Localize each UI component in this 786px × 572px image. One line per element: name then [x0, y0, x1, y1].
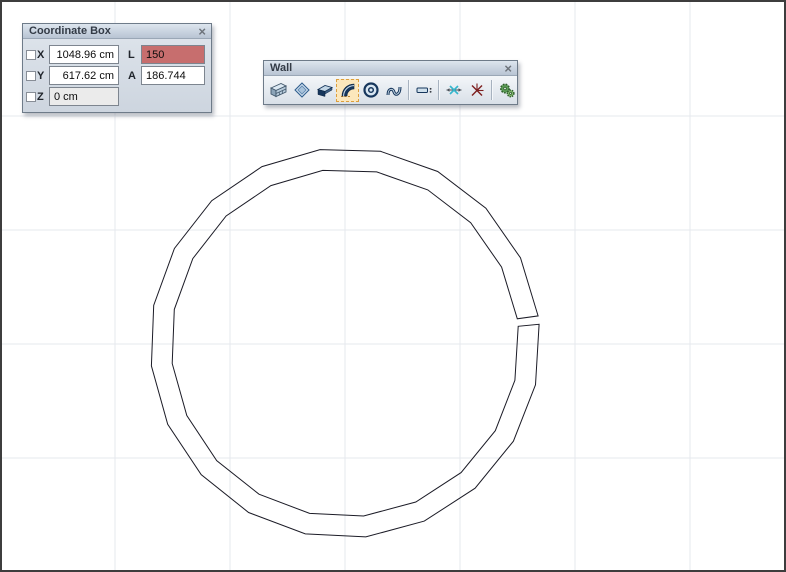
toolbar-separator	[438, 80, 439, 100]
z-coordinate-field[interactable]	[49, 87, 119, 106]
straight-wall-button[interactable]	[267, 79, 290, 102]
length-label: L	[128, 49, 141, 61]
no-intersect-icon	[468, 81, 486, 99]
spline-wall-button[interactable]	[382, 79, 405, 102]
no-intersect-button[interactable]	[465, 79, 488, 102]
angle-field[interactable]	[141, 66, 205, 85]
coordinate-box-title: Coordinate Box	[29, 25, 111, 37]
circle-wall-icon	[362, 81, 380, 99]
curved-wall-button[interactable]	[336, 79, 359, 102]
corner-wall-button[interactable]	[313, 79, 336, 102]
length-field[interactable]	[141, 45, 205, 64]
straight-wall-icon	[270, 81, 288, 99]
coordinate-row-x: X L	[26, 45, 208, 64]
coordinate-box-titlebar[interactable]: Coordinate Box ×	[23, 24, 211, 39]
toolbar-separator	[408, 80, 409, 100]
diamond-wall-button[interactable]	[290, 79, 313, 102]
x-coordinate-field[interactable]	[49, 45, 119, 64]
y-lock-checkbox[interactable]	[26, 71, 36, 81]
angle-label: A	[128, 70, 141, 82]
wall-toolbar-buttons	[264, 76, 517, 104]
wall-toolbar-title: Wall	[270, 62, 292, 74]
y-coordinate-field[interactable]	[49, 66, 119, 85]
coordinate-box-body: X L Y A Z	[23, 39, 211, 106]
coordinate-box-palette: Coordinate Box × X L Y A Z	[22, 23, 212, 113]
z-lock-checkbox[interactable]	[26, 92, 36, 102]
intersect-button[interactable]	[442, 79, 465, 102]
toolbar-separator	[491, 80, 492, 100]
wall-toolbar-titlebar[interactable]: Wall ×	[264, 61, 517, 76]
diamond-wall-icon	[293, 81, 311, 99]
close-icon[interactable]: ×	[198, 26, 206, 37]
settings-button[interactable]	[495, 79, 518, 102]
spline-wall-icon	[385, 81, 403, 99]
coordinate-row-y: Y A	[26, 66, 208, 85]
y-axis-label: Y	[37, 70, 49, 82]
reference-line-icon	[415, 81, 433, 99]
app-window: Coordinate Box × X L Y A Z	[0, 0, 786, 572]
x-lock-checkbox[interactable]	[26, 50, 36, 60]
coordinate-row-z: Z	[26, 87, 208, 106]
curved-wall-icon	[339, 81, 357, 99]
close-icon[interactable]: ×	[504, 63, 512, 74]
reference-line-button[interactable]	[412, 79, 435, 102]
z-axis-label: Z	[37, 91, 49, 103]
settings-gears-icon	[498, 81, 516, 99]
circle-wall-button[interactable]	[359, 79, 382, 102]
wall-toolbar-palette: Wall ×	[263, 60, 518, 105]
x-axis-label: X	[37, 49, 49, 61]
intersect-icon	[445, 81, 463, 99]
corner-wall-icon	[316, 81, 334, 99]
